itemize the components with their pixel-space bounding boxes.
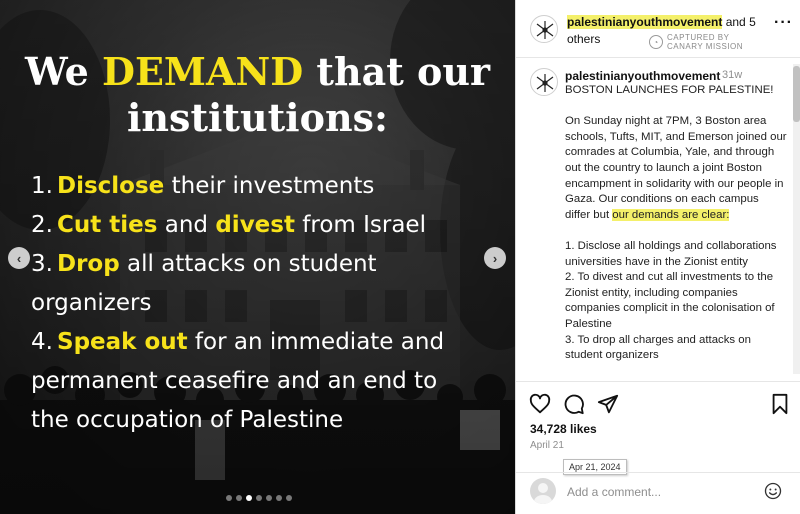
demand-number: 3. — [31, 251, 53, 277]
demand-highlight: divest — [215, 212, 295, 238]
bookmark-icon[interactable] — [769, 393, 791, 415]
share-icon[interactable] — [597, 393, 619, 415]
previous-slide-button[interactable]: ‹ — [8, 247, 30, 269]
caption-timestamp[interactable]: 31w — [722, 69, 742, 81]
demand-highlight: Drop — [57, 251, 120, 277]
caption-title: BOSTON LAUNCHES FOR PALESTINE! — [565, 84, 774, 96]
headline-line-1: We DEMAND that our — [0, 50, 515, 94]
carousel-dot[interactable] — [286, 495, 292, 501]
caption-list: 1. Disclose all holdings and collaborati… — [565, 239, 777, 362]
demand-number: 4. — [31, 329, 53, 355]
demand-text: for an immediate and — [187, 329, 445, 355]
carousel-dot[interactable] — [256, 495, 262, 501]
chevron-right-icon: › — [492, 250, 498, 266]
demand-number: 1. — [31, 173, 53, 199]
demand-number: 2. — [31, 212, 53, 238]
headline-text: We — [25, 49, 102, 94]
comment-input[interactable] — [567, 484, 757, 500]
comment-icon[interactable] — [563, 393, 585, 415]
demand-4-continued-2: the occupation of Palestine — [31, 407, 344, 433]
emoji-icon[interactable] — [764, 482, 782, 500]
demand-text: from Israel — [294, 212, 426, 238]
watermark-line-1: CAPTURED BY — [667, 33, 730, 42]
demand-highlight: Disclose — [57, 173, 165, 199]
caption-highlight: our demands are clear: — [612, 208, 730, 221]
next-slide-button[interactable]: › — [484, 247, 506, 269]
caption-scrollbar[interactable] — [793, 64, 800, 374]
carousel-dot[interactable] — [226, 495, 232, 501]
caption-avatar[interactable] — [530, 68, 558, 96]
demand-highlight: Speak out — [57, 329, 188, 355]
demand-text: all attacks on student — [119, 251, 377, 277]
chevron-left-icon: ‹ — [16, 250, 22, 266]
coauthors-text[interactable]: and 5 — [722, 15, 756, 29]
carousel-dot[interactable] — [246, 495, 252, 501]
headline-line-2: institutions: — [126, 95, 388, 140]
actions-divider — [516, 381, 800, 382]
demand-4-continued: permanent ceasefire and an end to — [31, 368, 438, 394]
carousel-dot[interactable] — [276, 495, 282, 501]
pym-logo-icon — [536, 74, 554, 92]
demand-highlight: Cut ties — [57, 212, 158, 238]
demand-text: their investments — [164, 173, 375, 199]
more-options-icon[interactable]: ··· — [774, 14, 793, 32]
comment-divider — [516, 472, 800, 473]
demand-4: 4. Speak out for an immediate and — [31, 328, 511, 356]
demand-3-continued: organizers — [31, 290, 152, 316]
canary-mission-icon: ◔ — [649, 35, 663, 49]
likes-count[interactable]: 34,728 likes — [530, 422, 597, 436]
caption-text: BOSTON LAUNCHES FOR PALESTINE! On Sunday… — [565, 83, 787, 364]
pym-logo-icon — [536, 21, 554, 39]
headline-highlight: DEMAND — [102, 49, 304, 94]
author-username-link[interactable]: palestinianyouthmovement — [567, 15, 723, 29]
post-image[interactable]: We DEMAND that our institutions: 1. Discl… — [0, 0, 515, 514]
carousel-dot[interactable] — [236, 495, 242, 501]
heart-icon[interactable] — [529, 393, 551, 415]
demand-3: 3. Drop all attacks on student — [31, 250, 511, 278]
author-avatar[interactable] — [530, 15, 558, 43]
caption-scroll-area[interactable]: palestinianyouthmovement 31w BOSTON LAUN… — [516, 58, 800, 380]
default-avatar-icon — [534, 483, 552, 504]
demand-2: 2. Cut ties and divest from Israel — [31, 211, 511, 239]
user-avatar[interactable] — [530, 478, 556, 504]
post-date[interactable]: April 21 — [530, 440, 564, 451]
scrollbar-thumb[interactable] — [793, 66, 800, 122]
demand-text: and — [157, 212, 216, 238]
coauthors-text[interactable]: others — [567, 32, 600, 46]
watermark-line-2: CANARY MISSION — [667, 42, 744, 51]
canary-mission-watermark: ◔ CAPTURED BY CANARY MISSION — [649, 33, 743, 51]
demand-1: 1. Disclose their investments — [31, 172, 511, 200]
caption-username-link[interactable]: palestinianyouthmovement — [565, 69, 720, 83]
slide-text: We DEMAND that our institutions: 1. Discl… — [0, 0, 515, 514]
carousel-dot[interactable] — [266, 495, 272, 501]
caption-paragraph: On Sunday night at 7PM, 3 Boston area sc… — [565, 115, 787, 221]
headline-text: that our — [303, 49, 490, 94]
carousel-dots — [226, 495, 292, 501]
post-panel: palestinianyouthmovement and 5 others ··… — [515, 0, 800, 514]
